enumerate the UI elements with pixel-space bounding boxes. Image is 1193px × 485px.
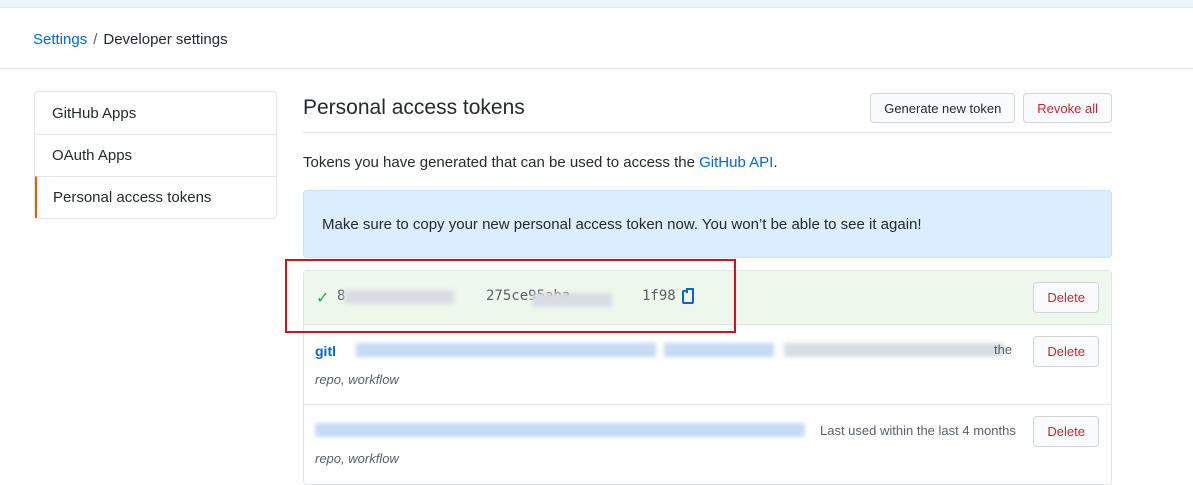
copy-token-notice: Make sure to copy your new personal acce… — [303, 190, 1112, 258]
sidebar-item-oauth-apps[interactable]: OAuth Apps — [35, 134, 276, 176]
breadcrumb: Settings / Developer settings — [33, 31, 228, 48]
title-row: Personal access tokens Generate new toke… — [303, 91, 1112, 125]
redacted-token-name — [315, 423, 805, 437]
redacted-token-name — [664, 343, 774, 357]
token-row: gitl the repo, workflow Delete — [304, 325, 1111, 405]
page-title: Personal access tokens — [303, 96, 525, 119]
header-divider — [0, 68, 1193, 69]
title-divider — [303, 132, 1112, 133]
token-row: Last used within the last 4 months repo,… — [304, 405, 1111, 485]
revoke-all-button[interactable]: Revoke all — [1023, 93, 1112, 123]
token-last-used: Last used within the last 4 months — [820, 423, 1016, 438]
delete-token-button[interactable]: Delete — [1033, 282, 1099, 313]
title-actions: Generate new token Revoke all — [870, 93, 1112, 123]
breadcrumb-current: Developer settings — [103, 31, 228, 48]
redacted-last-used — [784, 343, 1004, 357]
token-scopes: repo, workflow — [315, 451, 399, 466]
top-banner-strip — [0, 0, 1193, 8]
delete-token-button[interactable]: Delete — [1033, 336, 1099, 367]
settings-sidebar: GitHub Apps OAuth Apps Personal access t… — [34, 91, 277, 219]
description-end: . — [773, 154, 778, 171]
description-text: Tokens you have generated that can be us… — [303, 154, 700, 171]
sidebar-item-personal-access-tokens[interactable]: Personal access tokens — [35, 176, 276, 218]
annotation-highlight-box — [285, 259, 736, 333]
delete-token-button[interactable]: Delete — [1033, 416, 1099, 447]
token-name-link[interactable]: gitl — [315, 343, 336, 359]
breadcrumb-settings-link[interactable]: Settings — [33, 31, 87, 48]
redacted-token-name — [356, 343, 656, 357]
breadcrumb-separator: / — [93, 31, 98, 48]
github-api-link[interactable]: GitHub API — [699, 154, 773, 171]
token-last-used: the — [994, 342, 1013, 357]
generate-new-token-button[interactable]: Generate new token — [870, 93, 1016, 123]
token-scopes: repo, workflow — [315, 372, 399, 387]
sidebar-item-github-apps[interactable]: GitHub Apps — [35, 92, 276, 134]
description: Tokens you have generated that can be us… — [303, 154, 1112, 171]
